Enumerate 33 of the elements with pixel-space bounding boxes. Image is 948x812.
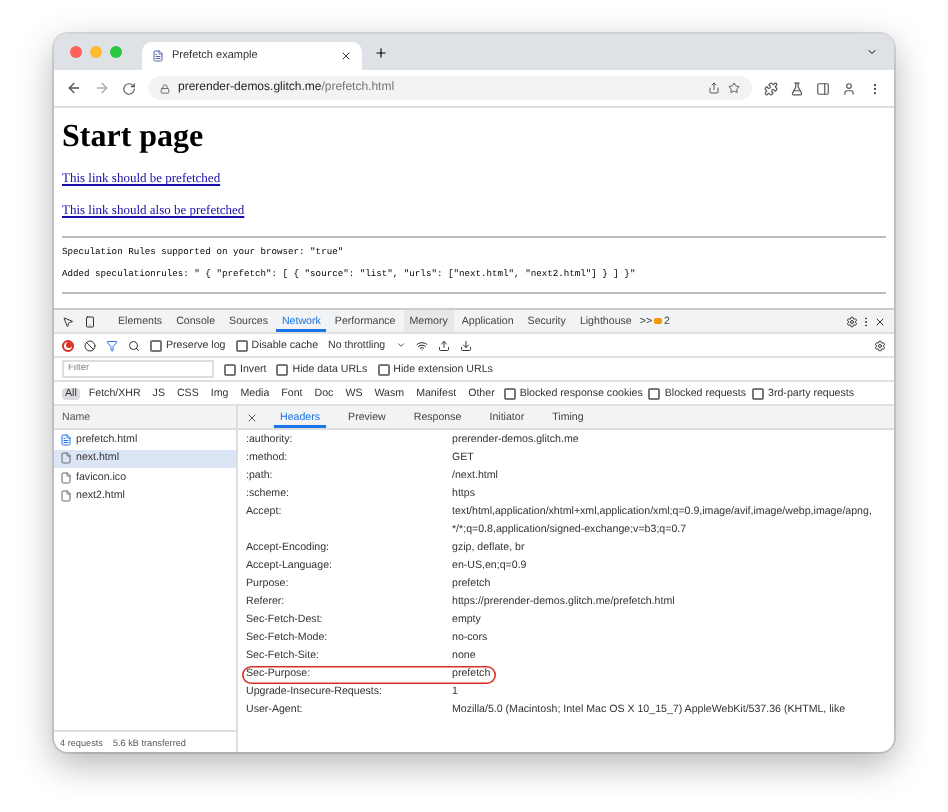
- chevron-down-icon[interactable]: [866, 46, 878, 58]
- page-heading: Start page: [62, 120, 206, 156]
- record-button[interactable]: [62, 339, 74, 351]
- close-icon[interactable]: [246, 411, 258, 423]
- flask-icon[interactable]: [790, 81, 804, 95]
- clear-icon[interactable]: [84, 339, 96, 351]
- puzzle-icon[interactable]: [764, 81, 778, 95]
- file-icon: [60, 471, 72, 484]
- wifi-icon[interactable]: [415, 339, 428, 351]
- page-icon: [152, 50, 164, 62]
- file-icon: [60, 452, 72, 465]
- settings-icon[interactable]: [846, 315, 858, 327]
- document-icon: [60, 433, 72, 446]
- new-tab-icon[interactable]: [374, 45, 388, 59]
- close-icon[interactable]: [340, 50, 352, 62]
- menu-icon[interactable]: [868, 81, 882, 95]
- lock-icon: [160, 83, 170, 93]
- profile-icon[interactable]: [842, 81, 856, 95]
- star-icon[interactable]: [728, 82, 740, 94]
- settings-icon[interactable]: [874, 339, 886, 351]
- filter-icon[interactable]: [106, 339, 118, 351]
- share-icon[interactable]: [708, 82, 720, 94]
- caret-icon[interactable]: [395, 340, 406, 350]
- upload-icon[interactable]: [437, 339, 450, 351]
- search-icon[interactable]: [128, 339, 140, 351]
- panel-icon[interactable]: [816, 81, 830, 95]
- back-icon[interactable]: [66, 80, 82, 96]
- device-icon[interactable]: [84, 315, 96, 327]
- file-icon: [60, 490, 72, 503]
- inspect-icon[interactable]: [62, 315, 74, 327]
- download-icon[interactable]: [459, 339, 472, 351]
- close-icon[interactable]: [874, 315, 886, 327]
- reload-icon[interactable]: [122, 81, 136, 95]
